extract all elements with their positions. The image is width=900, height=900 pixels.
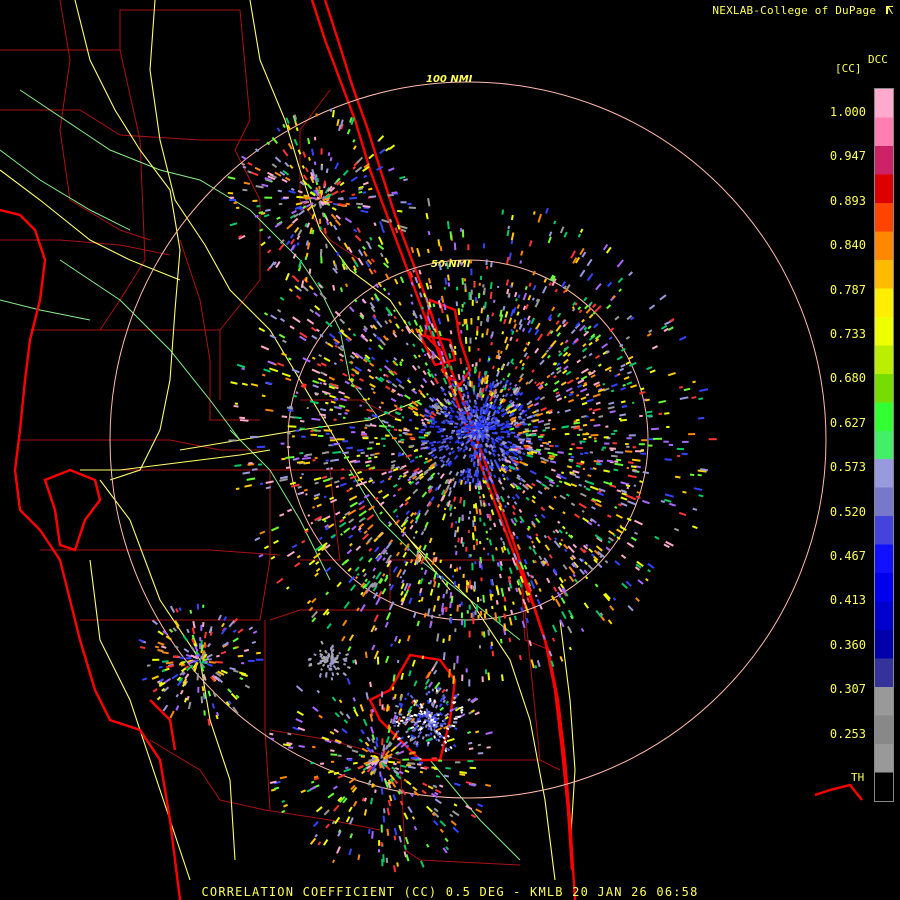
scale-units: [CC] xyxy=(835,62,862,75)
scale-tick-label: 0.947 xyxy=(829,149,866,164)
coastline xyxy=(0,0,863,900)
scale-tick-label: 0.413 xyxy=(829,593,866,608)
credit-label: NEXLAB-College of DuPage xyxy=(712,4,877,17)
scale-tick-label: 0.627 xyxy=(829,415,866,430)
product-caption: CORRELATION COEFFICIENT (CC) 0.5 DEG - K… xyxy=(201,885,699,899)
scale-tick-label: 0.733 xyxy=(829,327,866,341)
scale-tick-label: 0.520 xyxy=(829,504,866,519)
scale-tick-label: 1.000 xyxy=(829,105,866,119)
cod-logo-icon xyxy=(886,6,893,14)
ring-label-100nmi: 100 NMI xyxy=(426,74,473,85)
scale-tick-label: 0.467 xyxy=(829,549,866,563)
color-scale-bar xyxy=(874,88,894,802)
scale-tick-label: 0.573 xyxy=(829,460,866,475)
scale-tick-label: 0.307 xyxy=(829,682,866,697)
scale-tick-label: 0.787 xyxy=(829,282,866,297)
radar-echoes xyxy=(138,108,717,873)
scale-tick-label: 0.893 xyxy=(829,193,866,208)
scale-product-code: DCC xyxy=(868,53,888,66)
scale-tick-label: 0.360 xyxy=(829,637,866,652)
credit-text: NEXLAB-College of DuPage xyxy=(712,4,894,17)
scale-threshold-label: TH xyxy=(851,771,865,784)
scale-tick-label: 0.680 xyxy=(829,371,866,386)
scale-tick-label: 0.253 xyxy=(829,726,866,741)
scale-tick-label: 0.840 xyxy=(829,238,866,253)
radar-map: 100 NMI 50 NMI xyxy=(0,0,863,900)
